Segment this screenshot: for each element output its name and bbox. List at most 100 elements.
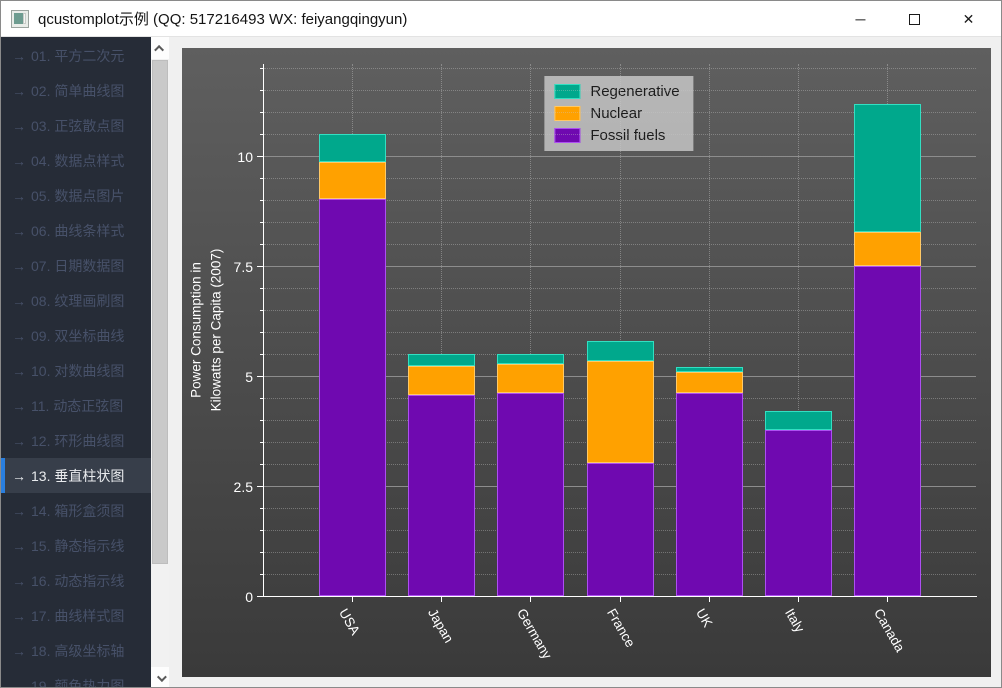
x-tick	[530, 597, 531, 602]
maximize-icon	[909, 14, 920, 25]
y-subtick	[260, 244, 263, 245]
sidebar-item-02[interactable]: →02. 简单曲线图	[1, 73, 151, 108]
arrow-icon: →	[12, 363, 26, 379]
arrow-icon: →	[12, 573, 26, 589]
app-icon	[11, 10, 29, 28]
sidebar-item-15[interactable]: → 15. 静态指示线	[1, 528, 151, 563]
x-tick	[620, 597, 621, 602]
y-tick	[257, 486, 263, 487]
sidebar-item-05[interactable]: →05. 数据点图片	[1, 178, 151, 213]
x-tick	[887, 597, 888, 602]
y-subtick	[260, 508, 263, 509]
sidebar-item-label: 09. 双坐标曲线	[31, 326, 124, 346]
sidebar-item-label: 08. 纹理画刷图	[31, 291, 124, 311]
arrow-icon: →	[12, 538, 26, 554]
sidebar-item-04[interactable]: →04. 数据点样式	[1, 143, 151, 178]
y-tick	[257, 596, 263, 597]
sidebar-item-label: 03. 正弦散点图	[31, 116, 124, 136]
y-tick	[257, 376, 263, 377]
sidebar-item-03[interactable]: →03. 正弦散点图	[1, 108, 151, 143]
legend-label: Fossil fuels	[590, 127, 665, 144]
sidebar-item-label: 15. 静态指示线	[31, 536, 124, 556]
bar-segment-fossil-fuels	[676, 393, 743, 596]
bar-segment-fossil-fuels	[408, 395, 475, 596]
arrow-icon: →	[12, 503, 26, 519]
sidebar-item-19[interactable]: → 19. 颜色热力图	[1, 668, 151, 688]
sidebar-item-08[interactable]: → 08. 纹理画刷图	[1, 283, 151, 318]
y-subtick	[260, 134, 263, 135]
y-subtick	[260, 90, 263, 91]
legend-entry: Fossil fuels	[554, 127, 679, 144]
sidebar-item-11[interactable]: →11. 动态正弦图	[1, 388, 151, 423]
y-subtick	[260, 112, 263, 113]
sidebar-item-09[interactable]: → 09. 双坐标曲线	[1, 318, 151, 353]
bar-segment-nuclear	[408, 366, 475, 395]
y-subtick	[260, 354, 263, 355]
scroll-up-button[interactable]	[151, 37, 169, 59]
bar-segment-regenerative	[765, 411, 832, 429]
bar-segment-regenerative	[319, 134, 386, 162]
close-button[interactable]: ✕	[946, 4, 991, 34]
bar-segment-regenerative	[854, 104, 921, 232]
y-subtick	[260, 552, 263, 553]
sidebar-item-label: 13. 垂直柱状图	[31, 466, 124, 486]
sidebar-item-label: 18. 高级坐标轴	[31, 641, 124, 661]
y-tick	[257, 266, 263, 267]
sidebar-item-label: 02. 简单曲线图	[31, 81, 124, 101]
sidebar-item-01[interactable]: →01. 平方二次元	[1, 38, 151, 73]
app-window: qcustomplot示例 (QQ: 517216493 WX: feiyang…	[0, 0, 1002, 688]
sidebar-item-07[interactable]: →07. 日期数据图	[1, 248, 151, 283]
arrow-icon: →	[12, 398, 26, 414]
sidebar-item-16[interactable]: →16. 动态指示线	[1, 563, 151, 598]
y-subtick	[260, 288, 263, 289]
sidebar-item-label: 19. 颜色热力图	[31, 676, 124, 688]
y-subtick	[260, 222, 263, 223]
sidebar-item-17[interactable]: →17. 曲线样式图	[1, 598, 151, 633]
sidebar-item-label: 07. 日期数据图	[31, 256, 124, 276]
legend-swatch-nuclear	[554, 106, 580, 121]
sidebar-item-06[interactable]: → 06. 曲线条样式	[1, 213, 151, 248]
arrow-icon: →	[12, 223, 26, 239]
sidebar-item-10[interactable]: →10. 对数曲线图	[1, 353, 151, 388]
minimize-button[interactable]: ─	[838, 4, 883, 34]
sidebar-item-label: 14. 箱形盒须图	[31, 501, 124, 521]
bar-segment-nuclear	[497, 364, 564, 393]
sidebar-item-18[interactable]: →18. 高级坐标轴	[1, 633, 151, 668]
x-tick-label: France	[604, 606, 638, 650]
y-tick	[257, 156, 263, 157]
bar-segment-fossil-fuels	[319, 199, 386, 596]
sidebar-item-13[interactable]: →13. 垂直柱状图	[1, 458, 151, 493]
arrow-icon: →	[12, 293, 26, 309]
bar-segment-nuclear	[587, 361, 654, 463]
scrollbar-thumb[interactable]	[152, 60, 168, 564]
y-tick-label: 7.5	[213, 259, 253, 275]
bar-segment-nuclear	[319, 162, 386, 199]
legend-label: Nuclear	[590, 105, 642, 122]
maximize-button[interactable]	[892, 4, 937, 34]
sidebar-item-12[interactable]: →12. 环形曲线图	[1, 423, 151, 458]
sidebar-scrollbar[interactable]	[151, 37, 169, 688]
x-tick	[441, 597, 442, 602]
y-subtick	[260, 398, 263, 399]
sidebar-menu: →01. 平方二次元→02. 简单曲线图→03. 正弦散点图→04. 数据点样式…	[1, 37, 151, 688]
y-subtick	[260, 178, 263, 179]
x-tick-label: UK	[693, 606, 715, 630]
sidebar-item-label: 06. 曲线条样式	[31, 221, 124, 241]
bar-segment-fossil-fuels	[587, 463, 654, 596]
chevron-down-icon	[156, 672, 166, 682]
legend-entry: Nuclear	[554, 105, 679, 122]
x-tick	[352, 597, 353, 602]
legend-swatch-fossil-fuels	[554, 128, 580, 143]
sidebar-item-label: 04. 数据点样式	[31, 151, 124, 171]
arrow-icon: →	[12, 678, 26, 688]
bar-segment-regenerative	[497, 354, 564, 364]
sidebar-item-label: 12. 环形曲线图	[31, 431, 124, 451]
y-tick-label: 0	[213, 589, 253, 605]
sub-grid-line	[264, 90, 976, 91]
x-tick-label: USA	[336, 606, 363, 638]
scroll-down-button[interactable]	[151, 667, 169, 688]
arrow-icon: →	[12, 328, 26, 344]
bar-segment-fossil-fuels	[497, 393, 564, 596]
legend-label: Regenerative	[590, 83, 679, 100]
sidebar-item-14[interactable]: → 14. 箱形盒须图	[1, 493, 151, 528]
